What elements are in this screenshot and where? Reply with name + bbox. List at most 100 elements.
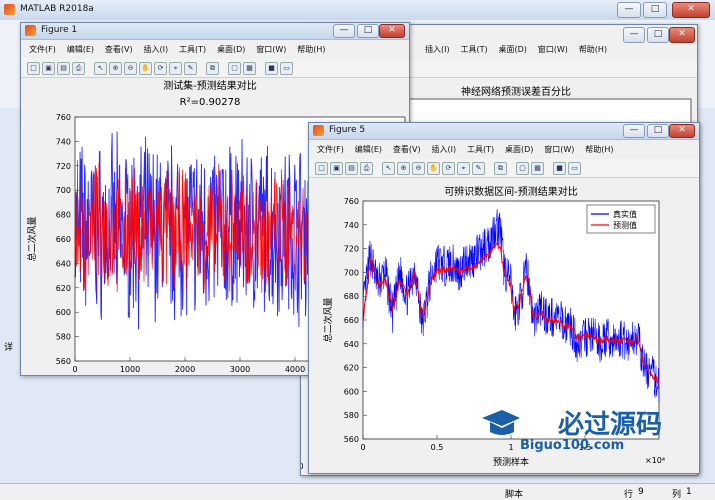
toolbar-tool-icon[interactable]: ⧉ xyxy=(206,62,219,75)
f5-menu-tools[interactable]: 工具(T) xyxy=(467,143,494,157)
f5-ytick-label: 700 xyxy=(344,268,359,277)
toolbar-tool-icon[interactable]: ■ xyxy=(553,162,566,175)
f5-menu-insert[interactable]: 插入(I) xyxy=(431,143,456,157)
toolbar-tool-icon[interactable]: ⎙ xyxy=(72,62,85,75)
toolbar-tool-icon[interactable]: ⊕ xyxy=(397,162,410,175)
f5-menu-view[interactable]: 查看(V) xyxy=(393,143,421,157)
toolbar-tool-icon[interactable]: ⌖ xyxy=(169,62,182,75)
f1-ytick-label: 600 xyxy=(56,308,71,317)
toolbar-tool-icon[interactable]: ▢ xyxy=(228,62,241,75)
figure-back-maximize-button[interactable]: □ xyxy=(647,27,669,43)
f1-ytick-label: 660 xyxy=(56,235,71,244)
toolbar-tool-icon[interactable]: ✎ xyxy=(472,162,485,175)
f5-ytick-label: 640 xyxy=(344,340,359,349)
f5-menu-window[interactable]: 窗口(W) xyxy=(544,143,574,157)
figure1-titlebar: Figure 1 — □ ✕ xyxy=(21,23,409,40)
f1-ylabel: 总二次风量 xyxy=(26,216,38,261)
toolbar-tool-icon[interactable]: ⟳ xyxy=(154,62,167,75)
toolbar-tool-icon[interactable]: ▦ xyxy=(531,162,544,175)
figure1-maximize-button[interactable]: □ xyxy=(357,24,379,38)
app-minimize-button[interactable]: — xyxy=(617,2,641,18)
back-xtick-label: 0 xyxy=(301,462,304,471)
f5-ytick-label: 620 xyxy=(344,364,359,373)
figure1-minimize-button[interactable]: — xyxy=(333,24,355,38)
f5-xtick-label: 0 xyxy=(360,443,365,452)
toolbar-tool-icon[interactable]: □ xyxy=(315,162,328,175)
toolbar-tool-icon[interactable]: ▣ xyxy=(42,62,55,75)
f5-ylabel: 总二次风量 xyxy=(322,297,334,342)
f5-ytick-label: 600 xyxy=(344,387,359,396)
app-maximize-button[interactable]: □ xyxy=(643,2,667,18)
figure-back-minimize-button[interactable]: — xyxy=(623,27,645,43)
f1-menu-window[interactable]: 窗口(W) xyxy=(256,43,286,57)
toolbar-tool-icon[interactable]: ⎙ xyxy=(360,162,373,175)
toolbar-tool-icon[interactable]: ▣ xyxy=(330,162,343,175)
f1-menu-file[interactable]: 文件(F) xyxy=(29,43,56,57)
toolbar-tool-icon[interactable]: ▢ xyxy=(516,162,529,175)
figure-back-close-button[interactable]: ✕ xyxy=(669,27,695,43)
f5-ytick-label: 740 xyxy=(344,221,359,230)
f5-legend-label: 预测值 xyxy=(613,220,637,230)
toolbar-tool-icon[interactable]: ✋ xyxy=(139,62,152,75)
back-menu-help[interactable]: 帮助(H) xyxy=(579,43,607,57)
f5-menu-desktop[interactable]: 桌面(D) xyxy=(505,143,533,157)
toolbar-tool-icon[interactable]: ▭ xyxy=(568,162,581,175)
toolbar-tool-icon[interactable]: □ xyxy=(27,62,40,75)
figure5-menubar: 文件(F) 编辑(E) 查看(V) 插入(I) 工具(T) 桌面(D) 窗口(W… xyxy=(309,143,699,157)
toolbar-tool-icon[interactable]: ■ xyxy=(265,62,278,75)
f5-ytick-label: 720 xyxy=(344,245,359,254)
app-close-button[interactable]: ✕ xyxy=(672,2,710,18)
toolbar-tool-icon[interactable]: ⊕ xyxy=(109,62,122,75)
figure1-toolbar: □ ▣ ▤ ⎙ ↖ ⊕ ⊖ ✋ ⟳ ⌖ ✎ ⧉ ▢ ▦ ■ ▭ xyxy=(21,59,409,78)
f1-menu-view[interactable]: 查看(V) xyxy=(105,43,133,57)
figure5-title: Figure 5 xyxy=(329,125,366,135)
f1-menu-tools[interactable]: 工具(T) xyxy=(179,43,206,57)
f1-menu-desktop[interactable]: 桌面(D) xyxy=(217,43,245,57)
f1-ytick-label: 700 xyxy=(56,186,71,195)
toolbar-tool-icon[interactable]: ⊖ xyxy=(412,162,425,175)
toolbar-tool-icon[interactable]: ✋ xyxy=(427,162,440,175)
f1-menu-insert[interactable]: 插入(I) xyxy=(143,43,168,57)
toolbar-tool-icon[interactable]: ▦ xyxy=(243,62,256,75)
f1-ytick-label: 580 xyxy=(56,333,71,342)
f5-menu-help[interactable]: 帮助(H) xyxy=(585,143,613,157)
toolbar-tool-icon[interactable]: ⊖ xyxy=(124,62,137,75)
watermark-logo-icon xyxy=(480,404,520,444)
toolbar-tool-icon[interactable]: ✎ xyxy=(184,62,197,75)
figure5-minimize-button[interactable]: — xyxy=(623,124,645,138)
app-titlebar: MATLAB R2018a — □ ✕ xyxy=(0,0,715,21)
figure1-menubar: 文件(F) 编辑(E) 查看(V) 插入(I) 工具(T) 桌面(D) 窗口(W… xyxy=(21,43,409,57)
f5-menu-edit[interactable]: 编辑(E) xyxy=(355,143,382,157)
watermark-text: 必过源码 xyxy=(558,410,663,440)
back-menu-desktop[interactable]: 桌面(D) xyxy=(499,43,527,57)
toolbar-tool-icon[interactable]: ↖ xyxy=(94,62,107,75)
toolbar-tool-icon[interactable]: ⟳ xyxy=(442,162,455,175)
f5-ytick-label: 760 xyxy=(344,197,359,206)
f1-ytick-label: 740 xyxy=(56,137,71,146)
figure5-logo-icon xyxy=(313,125,324,136)
f1-xtick-label: 1000 xyxy=(120,365,140,373)
back-menu-window[interactable]: 窗口(W) xyxy=(538,43,568,57)
f5-chart-title: 可辨识数据区间-预测结果对比 xyxy=(444,185,578,198)
figure1-close-button[interactable]: ✕ xyxy=(379,24,405,38)
f5-ytick-label: 680 xyxy=(344,292,359,301)
f1-ytick-label: 760 xyxy=(56,113,71,122)
back-menu-tools[interactable]: 工具(T) xyxy=(460,43,487,57)
f1-menu-help[interactable]: 帮助(H) xyxy=(297,43,325,57)
toolbar-tool-icon[interactable]: ▭ xyxy=(280,62,293,75)
figure5-close-button[interactable]: ✕ xyxy=(669,124,695,138)
toolbar-tool-icon[interactable]: ⌖ xyxy=(457,162,470,175)
f1-xtick-label: 0 xyxy=(72,365,77,373)
f5-legend: 真实值预测值 xyxy=(586,204,656,234)
toolbar-tool-icon[interactable]: ▤ xyxy=(345,162,358,175)
app-title: MATLAB R2018a xyxy=(20,4,94,14)
f5-ytick-label: 560 xyxy=(344,435,359,444)
f5-menu-file[interactable]: 文件(F) xyxy=(317,143,344,157)
toolbar-tool-icon[interactable]: ↖ xyxy=(382,162,395,175)
f1-menu-edit[interactable]: 编辑(E) xyxy=(67,43,94,57)
f5-xlabel: 预测样本 xyxy=(493,456,529,468)
back-menu-insert[interactable]: 插入(I) xyxy=(425,43,450,57)
toolbar-tool-icon[interactable]: ▤ xyxy=(57,62,70,75)
figure5-maximize-button[interactable]: □ xyxy=(647,124,669,138)
toolbar-tool-icon[interactable]: ⧉ xyxy=(494,162,507,175)
